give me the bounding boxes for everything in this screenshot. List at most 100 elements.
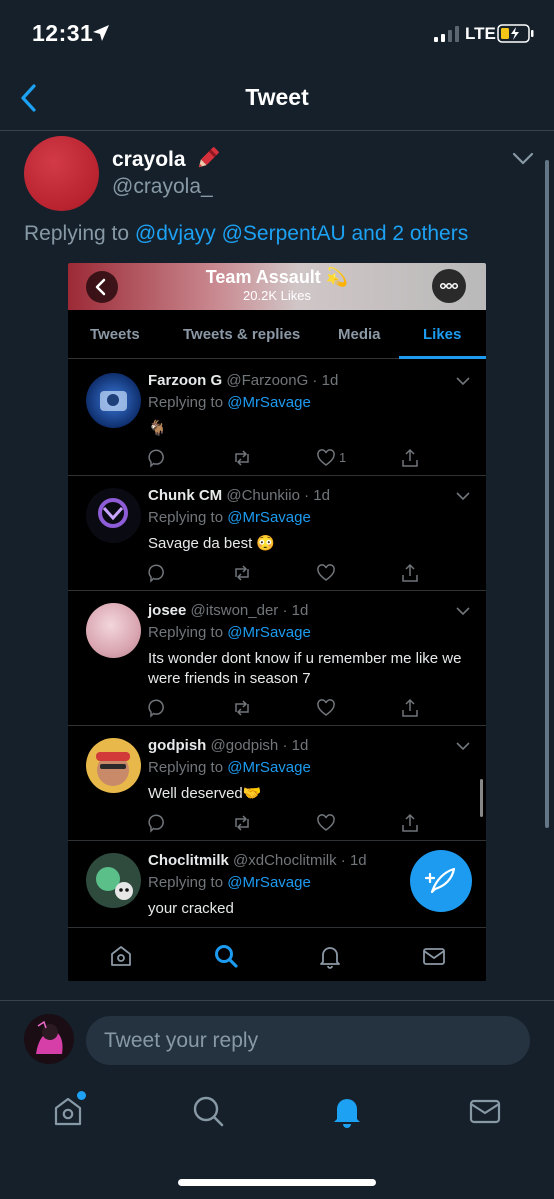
location-arrow-icon bbox=[93, 25, 109, 41]
messages-envelope-icon[interactable] bbox=[468, 1094, 502, 1128]
search-icon bbox=[215, 945, 238, 968]
replying-prefix: Replying to bbox=[148, 874, 228, 891]
screenshot-item-author: godpish @godpish · 1d bbox=[148, 737, 308, 754]
share-icon bbox=[402, 563, 418, 582]
crayon-emoji-icon bbox=[198, 147, 219, 168]
screenshot-item-actions bbox=[148, 563, 418, 585]
item-meta: @Chunkiio · 1d bbox=[226, 487, 330, 504]
share-icon bbox=[402, 698, 418, 717]
item-meta: @itswon_der · 1d bbox=[190, 602, 309, 619]
screenshot-list-item: josee @itswon_der · 1d Replying to @MrSa… bbox=[68, 591, 486, 726]
screenshot-list-item: godpish @godpish · 1d Replying to @MrSav… bbox=[68, 726, 486, 841]
reply-icon bbox=[148, 564, 164, 583]
reply-icon bbox=[148, 814, 164, 833]
attached-screenshot[interactable]: Team Assault 💫 20.2K Likes Tweets Tweets… bbox=[68, 263, 486, 981]
more-dots-icon bbox=[439, 282, 459, 290]
item-name: Choclitmilk bbox=[148, 852, 229, 869]
screenshot-list-item: Farzoon G @FarzoonG · 1d Replying to @Mr… bbox=[68, 360, 486, 476]
avatar-art bbox=[96, 752, 130, 786]
screenshot-tab-media: Media bbox=[338, 326, 381, 343]
screenshot-item-author: Chunk CM @Chunkiio · 1d bbox=[148, 487, 330, 504]
screenshot-profile-name: Team Assault 💫 bbox=[205, 267, 349, 287]
screenshot-item-replying: Replying to @MrSavage bbox=[148, 874, 311, 891]
item-name: godpish bbox=[148, 737, 207, 754]
item-meta: @xdChoclitmilk · 1d bbox=[233, 852, 367, 869]
author-display-name[interactable]: crayola bbox=[112, 148, 186, 172]
reply-icon bbox=[148, 699, 164, 718]
item-meta: @FarzoonG · 1d bbox=[226, 372, 339, 389]
status-time: 12:31 bbox=[32, 20, 94, 46]
screenshot-item-replying: Replying to @MrSavage bbox=[148, 394, 311, 411]
notifications-bell-icon[interactable] bbox=[330, 1094, 364, 1128]
share-icon bbox=[402, 448, 418, 467]
screenshot-tab-likes: Likes bbox=[423, 326, 462, 343]
screenshot-scrollbar bbox=[480, 779, 483, 817]
replying-mention: @MrSavage bbox=[227, 759, 311, 776]
author-avatar[interactable] bbox=[24, 136, 99, 211]
reply-divider bbox=[0, 1000, 554, 1001]
home-indicator bbox=[178, 1179, 376, 1186]
screenshot-likes-count: 20.2K Likes bbox=[243, 288, 311, 303]
chevron-down-icon bbox=[456, 607, 470, 616]
replying-prefix: Replying to bbox=[148, 759, 228, 776]
search-icon[interactable] bbox=[191, 1094, 225, 1128]
home-unread-dot bbox=[77, 1091, 86, 1100]
replying-to-mentions[interactable]: @dvjayy @SerpentAU and 2 others bbox=[135, 222, 468, 245]
replying-mention: @MrSavage bbox=[227, 509, 311, 526]
replying-to-prefix: Replying to bbox=[24, 222, 135, 245]
screenshot-item-author: josee @itswon_der · 1d bbox=[148, 602, 308, 619]
screenshot-profile-header: Team Assault 💫 20.2K Likes bbox=[68, 263, 486, 310]
screenshot-item-author: Choclitmilk @xdChoclitmilk · 1d bbox=[148, 852, 367, 869]
like-icon bbox=[317, 564, 335, 581]
chevron-down-icon bbox=[456, 377, 470, 386]
item-name: josee bbox=[148, 602, 187, 619]
screenshot-list-item: Chunk CM @Chunkiio · 1d Replying to @MrS… bbox=[68, 476, 486, 591]
replying-mention: @MrSavage bbox=[227, 624, 311, 641]
chevron-down-icon bbox=[456, 742, 470, 751]
page-title: Tweet bbox=[245, 84, 309, 110]
replying-prefix: Replying to bbox=[148, 624, 228, 641]
screenshot-item-actions bbox=[148, 813, 418, 835]
battery-icon bbox=[497, 24, 534, 43]
retweet-icon bbox=[235, 700, 249, 716]
retweet-icon bbox=[235, 565, 249, 581]
like-icon bbox=[317, 814, 335, 831]
screenshot-avatar bbox=[86, 738, 141, 793]
replying-prefix: Replying to bbox=[148, 509, 228, 526]
author-handle: @crayola_ bbox=[112, 175, 213, 198]
screenshot-avatar bbox=[86, 488, 141, 543]
screenshot-item-replying: Replying to @MrSavage bbox=[148, 624, 311, 641]
avatar-art bbox=[96, 867, 133, 900]
avatar-art bbox=[98, 498, 128, 528]
notifications-bell-icon bbox=[320, 947, 340, 969]
screenshot-item-actions: 1 bbox=[148, 448, 418, 470]
tweet-options-chevron-icon[interactable] bbox=[512, 152, 534, 166]
tweet-reply-input[interactable]: Tweet your reply bbox=[86, 1016, 530, 1065]
nav-bar: Tweet bbox=[0, 66, 554, 131]
like-count: 1 bbox=[339, 450, 347, 465]
screenshot-tab-tweets-replies: Tweets & replies bbox=[183, 326, 301, 343]
screenshot-item-text: Well deserved🤝 bbox=[148, 785, 262, 802]
replying-mention: @MrSavage bbox=[227, 874, 311, 891]
like-icon bbox=[317, 699, 335, 716]
screenshot-avatar bbox=[86, 853, 141, 908]
screenshot-item-replying: Replying to @MrSavage bbox=[148, 759, 311, 776]
page-scrollbar[interactable] bbox=[545, 160, 549, 828]
compose-feather-icon bbox=[424, 867, 456, 894]
my-avatar-art bbox=[24, 1014, 74, 1064]
screenshot-item-text: Its wonder dont know if u remember me li… bbox=[148, 650, 462, 687]
signal-icon bbox=[434, 26, 459, 42]
network-type: LTE bbox=[465, 24, 496, 43]
item-name: Chunk CM bbox=[148, 487, 223, 504]
like-icon bbox=[317, 449, 335, 466]
retweet-icon bbox=[235, 450, 249, 466]
screenshot-item-actions bbox=[148, 698, 418, 720]
screenshot-avatar bbox=[86, 603, 141, 658]
home-icon bbox=[111, 946, 131, 966]
share-icon bbox=[402, 813, 418, 832]
screenshot-compose-button bbox=[410, 850, 472, 912]
my-avatar[interactable] bbox=[24, 1014, 74, 1064]
avatar-art bbox=[100, 391, 127, 411]
screenshot-tab-tweets: Tweets bbox=[90, 326, 140, 343]
screenshot-item-author: Farzoon G @FarzoonG · 1d bbox=[148, 372, 338, 389]
